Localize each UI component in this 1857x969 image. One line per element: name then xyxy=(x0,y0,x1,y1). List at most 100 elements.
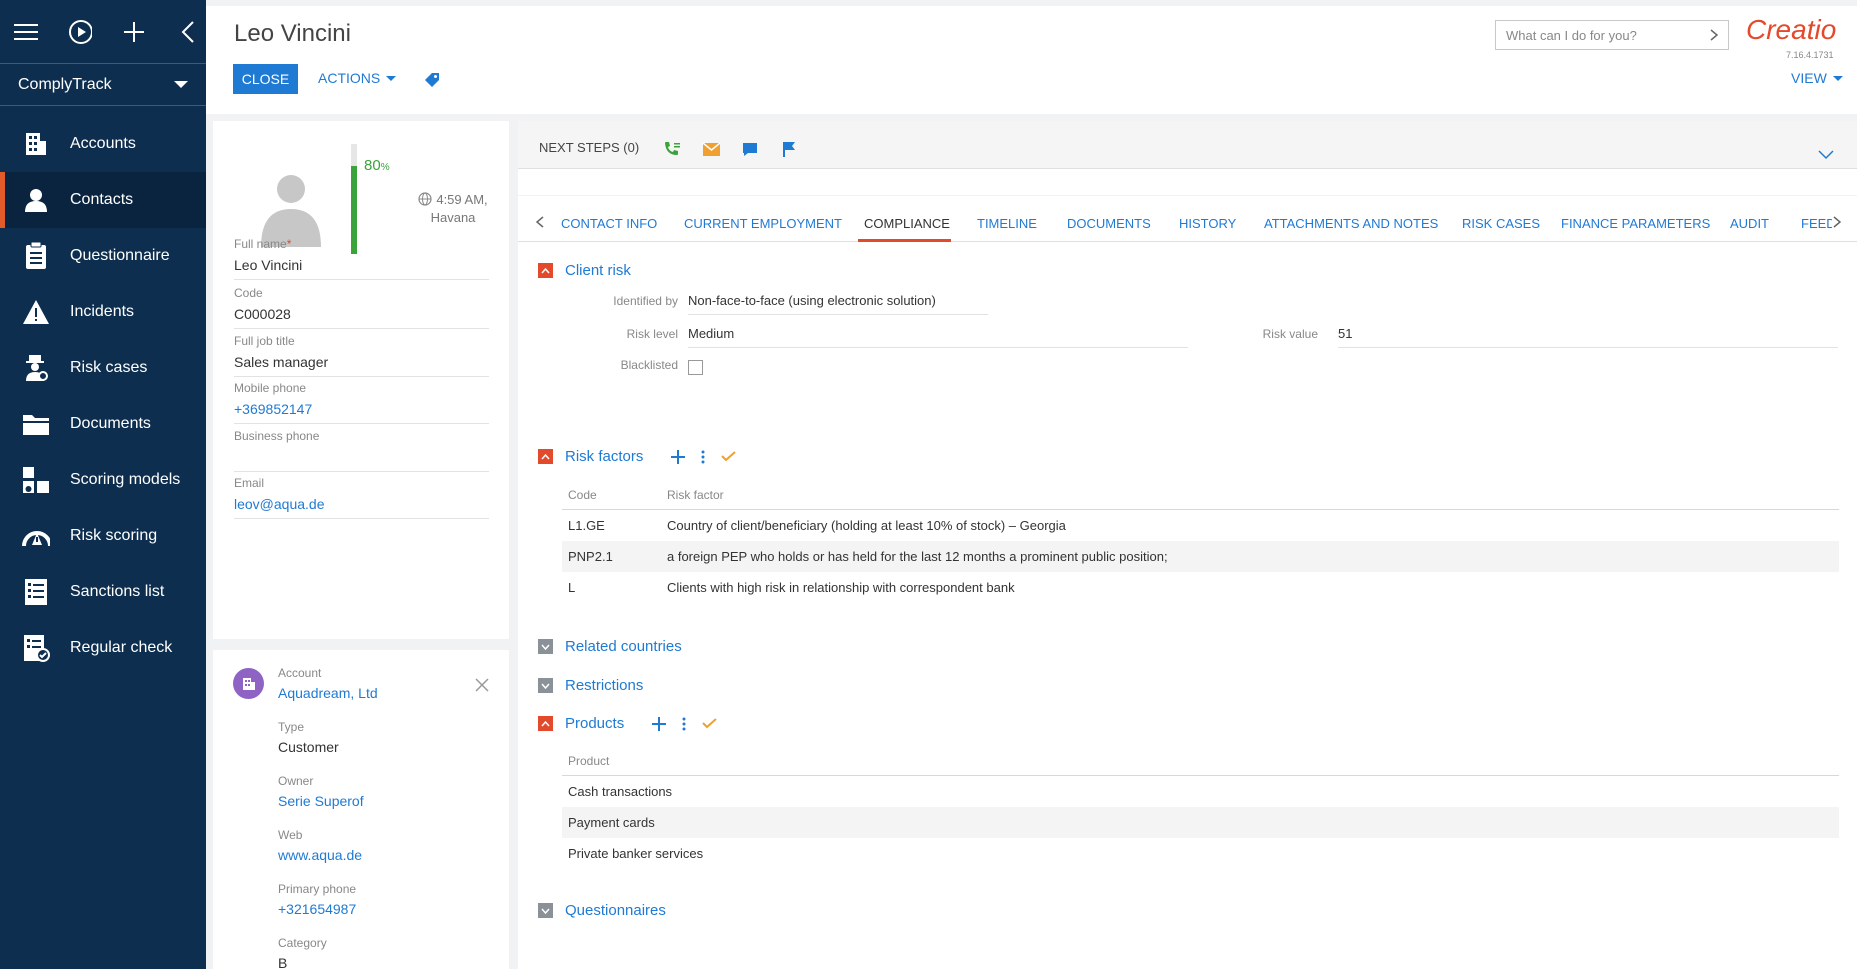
table-row[interactable]: L Clients with high risk in relationship… xyxy=(562,572,1839,603)
business-phone-field[interactable]: Business phone xyxy=(234,429,489,472)
email-field[interactable]: Email leov@aqua.de xyxy=(234,476,489,519)
questionnaires-section-header[interactable]: Questionnaires xyxy=(538,902,666,919)
blacklisted-checkbox[interactable] xyxy=(688,360,703,375)
expand-icon[interactable] xyxy=(538,678,553,693)
close-button[interactable]: CLOSE xyxy=(233,64,298,94)
section-title: Products xyxy=(565,715,625,732)
sidebar-item-questionnaire[interactable]: Questionnaire xyxy=(0,228,206,284)
risk-value-value[interactable]: 51 xyxy=(1338,326,1838,348)
table-row[interactable]: Private banker services xyxy=(562,838,1839,869)
table-row[interactable]: PNP2.1 a foreign PEP who holds or has he… xyxy=(562,541,1839,572)
related-countries-section-header[interactable]: Related countries xyxy=(538,638,682,655)
tab-attachments-and-notes[interactable]: ATTACHMENTS AND NOTES xyxy=(1264,216,1438,231)
table-row[interactable]: Payment cards xyxy=(562,807,1839,838)
sidebar-item-contacts[interactable]: Contacts xyxy=(0,172,206,228)
risk-level-value[interactable]: Medium xyxy=(688,326,1188,348)
risk-code-cell: L xyxy=(568,580,576,595)
chevron-down-icon xyxy=(386,75,397,81)
sidebar-item-regular-check[interactable]: Regular check xyxy=(0,620,206,676)
sidebar-item-risk-scoring[interactable]: Risk scoring xyxy=(0,508,206,564)
more-icon[interactable] xyxy=(701,450,705,464)
primary-phone-link[interactable]: +321654987 xyxy=(278,896,488,917)
actions-button[interactable]: ACTIONS xyxy=(318,70,397,86)
chevron-down-icon[interactable] xyxy=(1818,147,1834,163)
tab-history[interactable]: HISTORY xyxy=(1179,216,1236,231)
job-title-field[interactable]: Full job title Sales manager xyxy=(234,334,489,377)
avatar[interactable] xyxy=(259,169,323,247)
client-risk-section-header[interactable]: Client risk xyxy=(538,262,631,279)
sidebar-item-accounts[interactable]: Accounts xyxy=(0,116,206,172)
view-button[interactable]: VIEW xyxy=(1791,70,1843,86)
sidebar-item-documents[interactable]: Documents xyxy=(0,396,206,452)
restrictions-section-header[interactable]: Restrictions xyxy=(538,677,643,694)
chevron-left-icon[interactable] xyxy=(535,215,544,231)
code-value[interactable]: C000028 xyxy=(234,300,489,329)
chevron-right-icon[interactable] xyxy=(1833,215,1842,231)
tab-compliance[interactable]: COMPLIANCE xyxy=(864,216,950,231)
command-search-input[interactable]: What can I do for you? xyxy=(1495,20,1729,50)
business-phone-value[interactable] xyxy=(234,443,489,472)
checkmark-icon[interactable] xyxy=(702,718,717,729)
collapse-icon[interactable] xyxy=(176,20,200,44)
table-row[interactable]: Cash transactions xyxy=(562,776,1839,807)
collapse-icon[interactable] xyxy=(538,449,553,464)
sidebar-toolbar xyxy=(0,0,206,64)
blacklisted-label: Blacklisted xyxy=(620,358,678,372)
add-icon[interactable] xyxy=(671,449,686,464)
expand-icon[interactable] xyxy=(538,639,553,654)
expand-icon[interactable] xyxy=(538,903,553,918)
tab-finance-parameters[interactable]: FINANCE PARAMETERS xyxy=(1561,216,1710,231)
tag-icon[interactable] xyxy=(424,72,440,91)
email-value[interactable]: leov@aqua.de xyxy=(234,490,489,519)
tab-timeline[interactable]: TIMELINE xyxy=(977,216,1037,231)
account-link[interactable]: Aquadream, Ltd xyxy=(278,680,488,701)
menu-icon[interactable] xyxy=(14,20,38,44)
web-link[interactable]: www.aqua.de xyxy=(278,842,488,863)
next-steps-spacer xyxy=(518,169,1857,195)
collapse-icon[interactable] xyxy=(538,263,553,278)
more-icon[interactable] xyxy=(682,717,686,731)
tab-feed[interactable]: FEED xyxy=(1801,216,1832,231)
risk-factors-section-header[interactable]: Risk factors xyxy=(538,448,737,465)
account-field: Account Aquadream, Ltd xyxy=(278,666,488,701)
column-header-risk-factor[interactable]: Risk factor xyxy=(667,488,1839,502)
tab-risk-cases[interactable]: RISK CASES xyxy=(1462,216,1540,231)
tab-audit[interactable]: AUDIT xyxy=(1730,216,1769,231)
job-title-value[interactable]: Sales manager xyxy=(234,348,489,377)
sidebar-item-incidents[interactable]: Incidents xyxy=(0,284,206,340)
chat-icon[interactable] xyxy=(741,140,759,158)
plus-icon[interactable] xyxy=(122,20,146,44)
clipboard-icon xyxy=(22,242,50,270)
column-header-code[interactable]: Code xyxy=(562,488,667,502)
tab-current-employment[interactable]: CURRENT EMPLOYMENT xyxy=(684,216,842,231)
call-icon[interactable] xyxy=(663,140,681,158)
mobile-phone-value[interactable]: +369852147 xyxy=(234,395,489,424)
owner-link[interactable]: Serie Superof xyxy=(278,788,488,809)
section-title: Questionnaires xyxy=(565,902,666,919)
full-name-value[interactable]: Leo Vincini xyxy=(234,251,489,280)
add-icon[interactable] xyxy=(652,716,667,731)
collapse-icon[interactable] xyxy=(538,716,553,731)
check-list-icon xyxy=(22,634,50,662)
flag-icon[interactable] xyxy=(780,140,798,158)
tab-contact-info[interactable]: CONTACT INFO xyxy=(561,216,657,231)
table-row[interactable]: L1.GE Country of client/beneficiary (hol… xyxy=(562,510,1839,541)
play-icon[interactable] xyxy=(68,19,92,44)
tab-documents[interactable]: DOCUMENTS xyxy=(1067,216,1151,231)
app-selector[interactable]: ComplyTrack xyxy=(0,64,206,106)
sidebar-item-risk-cases[interactable]: Risk cases xyxy=(0,340,206,396)
risk-level-label: Risk level xyxy=(626,327,678,341)
sidebar-item-scoring-models[interactable]: Scoring models xyxy=(0,452,206,508)
checkmark-icon[interactable] xyxy=(721,451,737,462)
full-name-field[interactable]: Full name* Leo Vincini xyxy=(234,237,489,280)
code-field[interactable]: Code C000028 xyxy=(234,286,489,329)
column-header-product[interactable]: Product xyxy=(562,754,609,768)
products-section-header[interactable]: Products xyxy=(538,715,717,732)
mobile-phone-field[interactable]: Mobile phone +369852147 xyxy=(234,381,489,424)
next-steps-label[interactable]: NEXT STEPS (0) xyxy=(539,140,639,155)
identified-by-value[interactable]: Non-face-to-face (using electronic solut… xyxy=(688,293,988,315)
sidebar-item-sanctions-list[interactable]: Sanctions list xyxy=(0,564,206,620)
field-label: Web xyxy=(278,828,303,842)
email-icon[interactable] xyxy=(702,140,720,158)
person-icon xyxy=(22,186,50,214)
